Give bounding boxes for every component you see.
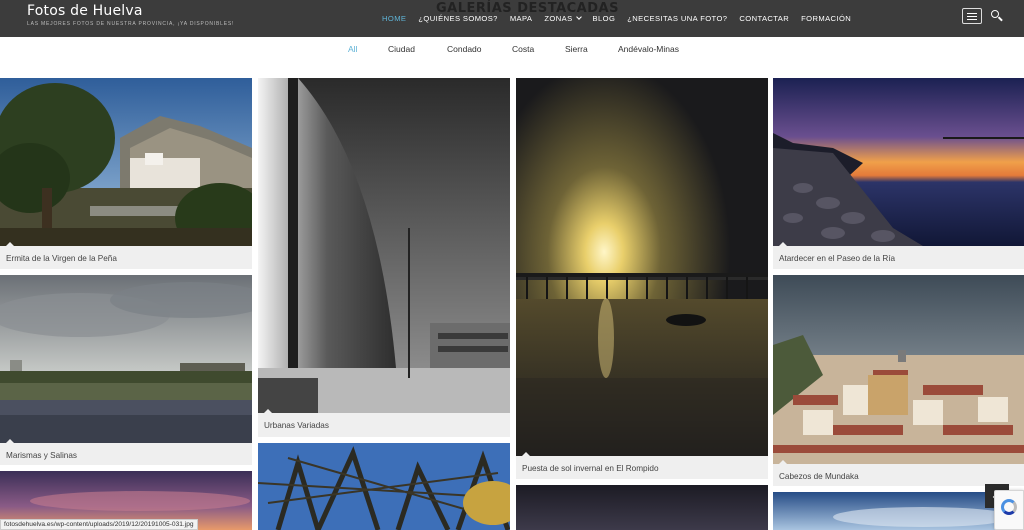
- gallery-caption: Urbanas Variadas: [264, 421, 329, 430]
- gallery-photo: [516, 485, 768, 530]
- gallery-card-el-rompido[interactable]: Puesta de sol invernal en El Rompido: [516, 78, 768, 479]
- filter-all[interactable]: All: [348, 44, 357, 54]
- gallery-card-urbanas[interactable]: Urbanas Variadas: [258, 78, 510, 437]
- gallery-photo: [773, 275, 1024, 464]
- filter-andevalo-minas[interactable]: Andévalo-Minas: [618, 44, 679, 54]
- gallery-filters: All Ciudad Condado Costa Sierra Andévalo…: [0, 44, 1024, 58]
- nav-item-home[interactable]: HOME: [382, 14, 406, 23]
- gallery-photo: [773, 78, 1024, 246]
- gallery-card-paseo-ria[interactable]: Atardecer en el Paseo de la Ría: [773, 78, 1024, 269]
- filter-condado[interactable]: Condado: [447, 44, 482, 54]
- filter-costa[interactable]: Costa: [512, 44, 534, 54]
- nav-item-necesitas-foto[interactable]: ¿NECESITAS UNA FOTO?: [627, 14, 727, 23]
- gallery-photo: [516, 78, 768, 456]
- gallery-caption: Puesta de sol invernal en El Rompido: [522, 464, 659, 473]
- browser-status-bar: fotosdehuelva.es/wp-content/uploads/2019…: [0, 519, 198, 530]
- gallery-card-col3-2[interactable]: [516, 485, 768, 530]
- gallery-photo: [258, 78, 510, 413]
- gallery-card-col2-2[interactable]: [258, 443, 510, 530]
- search-icon[interactable]: [990, 9, 1004, 23]
- recaptcha-icon: [1001, 499, 1017, 515]
- gallery-caption: Marismas y Salinas: [6, 451, 77, 460]
- gallery-photo: [0, 275, 252, 443]
- filter-ciudad[interactable]: Ciudad: [388, 44, 415, 54]
- gallery-caption: Cabezos de Mundaka: [779, 472, 859, 481]
- gallery-card-ermita[interactable]: Ermita de la Virgen de la Peña: [0, 78, 252, 269]
- gallery-photo: [0, 78, 252, 246]
- gallery-card-marismas[interactable]: Marismas y Salinas: [0, 275, 252, 465]
- gallery-card-mundaka[interactable]: Cabezos de Mundaka: [773, 275, 1024, 486]
- gallery-photo: [258, 443, 510, 530]
- section-title: GALERÍAS DESTACADAS: [436, 1, 619, 16]
- site-title[interactable]: Fotos de Huelva: [27, 3, 143, 19]
- nav-item-contactar[interactable]: CONTACTAR: [739, 14, 789, 23]
- gallery-caption: Ermita de la Virgen de la Peña: [6, 254, 117, 263]
- recaptcha-badge[interactable]: [994, 490, 1024, 530]
- filter-sierra[interactable]: Sierra: [565, 44, 588, 54]
- nav-item-formacion[interactable]: FORMACIÓN: [801, 14, 851, 23]
- gallery-caption: Atardecer en el Paseo de la Ría: [779, 254, 896, 263]
- site-tagline: LAS MEJORES FOTOS DE NUESTRA PROVINCIA, …: [27, 21, 235, 27]
- hamburger-icon[interactable]: [962, 8, 982, 24]
